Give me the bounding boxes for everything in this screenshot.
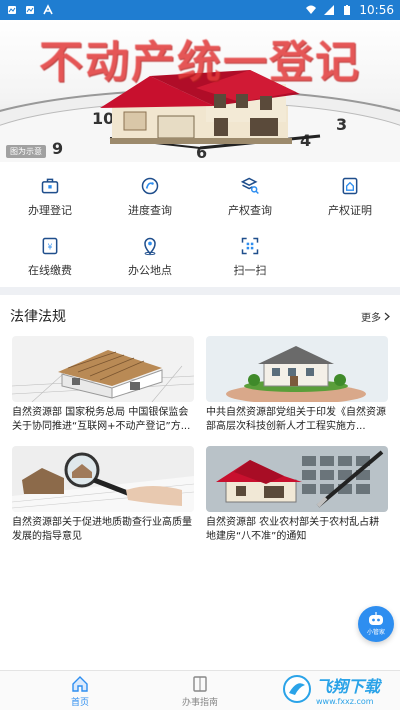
svg-text:10: 10 bbox=[92, 109, 114, 128]
news-title: 自然资源部 农业农村部关于农村乱占耕地建房“八不准”的通知 bbox=[206, 517, 380, 542]
news-thumbnail bbox=[206, 336, 388, 402]
quick-item-label: 扫一扫 bbox=[233, 264, 267, 277]
payment-icon: ¥ bbox=[42, 237, 58, 255]
news-title: 中共自然资源部党组关于印发《自然资源部高层次科技创新人才工程实施方... bbox=[206, 407, 386, 432]
progress-icon bbox=[141, 177, 159, 195]
news-card[interactable]: 自然资源部 国家税务总局 中国银保监会关于协同推进“互联网+不动产登记”方... bbox=[12, 336, 194, 436]
house-construction-image bbox=[12, 336, 194, 402]
app-root: 10:56 9 6 3 10 4 不动产统一登记 图为示意 办理登记 进度查询 … bbox=[0, 0, 400, 710]
news-card[interactable]: 中共自然资源部党组关于印发《自然资源部高层次科技创新人才工程实施方... bbox=[206, 336, 388, 436]
watermark-url: www.fxxz.com bbox=[316, 696, 374, 706]
notification-icon bbox=[26, 6, 34, 14]
chevron-right-icon bbox=[384, 312, 390, 320]
quick-item-property-query[interactable]: 产权查询 bbox=[200, 162, 300, 218]
house-in-hands-image bbox=[206, 336, 388, 402]
qr-scan-icon bbox=[241, 237, 259, 255]
news-thumbnail bbox=[12, 336, 194, 402]
quick-item-scan[interactable]: 扫一扫 bbox=[200, 222, 300, 278]
svg-text:6: 6 bbox=[196, 143, 207, 162]
home-icon bbox=[72, 676, 88, 692]
book-icon bbox=[193, 676, 207, 692]
assistant-button[interactable]: 小管家 bbox=[358, 606, 394, 642]
quick-item-office-location[interactable]: 办公地点 bbox=[100, 222, 200, 278]
briefcase-icon bbox=[41, 178, 59, 194]
watermark-title: 飞翔下载 bbox=[316, 676, 381, 696]
battery-icon bbox=[344, 5, 351, 15]
wifi-icon bbox=[306, 5, 317, 14]
news-card[interactable]: 自然资源部 农业农村部关于农村乱占耕地建房“八不准”的通知 bbox=[206, 446, 388, 546]
quick-menu-grid: 办理登记 进度查询 产权查询 产权证明 ¥ 在线缴费 办公地点 扫一扫 bbox=[0, 162, 400, 286]
magnifier-house-image bbox=[12, 446, 194, 512]
quick-item-label: 产权查询 bbox=[228, 204, 272, 217]
watermark: 飞翔下载 www.fxxz.com bbox=[282, 672, 396, 706]
banner-title: 不动产统一登记 bbox=[39, 37, 361, 88]
signal-icon bbox=[324, 5, 335, 15]
quick-item-label: 办理登记 bbox=[28, 204, 72, 217]
letter-a-icon bbox=[43, 4, 53, 15]
status-bar: 10:56 bbox=[0, 0, 400, 20]
status-right: 10:56 bbox=[305, 3, 394, 17]
quick-item-online-payment[interactable]: ¥ 在线缴费 bbox=[0, 222, 100, 278]
svg-text:4: 4 bbox=[300, 131, 311, 150]
banner-carousel[interactable]: 9 6 3 10 4 不动产统一登记 图为示意 bbox=[0, 20, 400, 162]
quick-item-progress[interactable]: 进度查询 bbox=[100, 162, 200, 218]
nav-label: 首页 bbox=[70, 698, 89, 708]
quick-item-register[interactable]: 办理登记 bbox=[0, 162, 100, 218]
location-pin-icon bbox=[144, 237, 156, 256]
more-link[interactable]: 更多 bbox=[361, 309, 390, 324]
nav-label: 办事指南 bbox=[181, 698, 218, 708]
section-title: 法律法规 bbox=[10, 309, 66, 325]
more-label: 更多 bbox=[361, 312, 381, 324]
news-section-header: 法律法规 更多 bbox=[0, 296, 400, 336]
svg-text:3: 3 bbox=[336, 115, 347, 134]
quick-item-label: 在线缴费 bbox=[28, 264, 72, 277]
robot-icon bbox=[369, 612, 383, 625]
quick-item-label: 办公地点 bbox=[128, 264, 172, 277]
banner-caption: 图为示意 bbox=[6, 145, 46, 158]
svg-text:¥: ¥ bbox=[48, 242, 53, 251]
news-thumbnail bbox=[206, 446, 388, 512]
nav-item-home[interactable]: 首页 bbox=[40, 675, 120, 708]
news-title: 自然资源部关于促进地质勘查行业高质量发展的指导意见 bbox=[12, 517, 192, 542]
section-divider bbox=[0, 287, 400, 295]
news-card[interactable]: 自然资源部关于促进地质勘查行业高质量发展的指导意见 bbox=[12, 446, 194, 546]
certificate-house-icon bbox=[342, 177, 358, 195]
layers-search-icon bbox=[240, 177, 259, 195]
status-time: 10:56 bbox=[359, 3, 394, 17]
svg-text:9: 9 bbox=[52, 139, 63, 158]
quick-item-property-certificate[interactable]: 产权证明 bbox=[300, 162, 400, 218]
quick-item-label: 产权证明 bbox=[328, 204, 372, 217]
notification-icon bbox=[8, 6, 16, 14]
news-thumbnail bbox=[12, 446, 194, 512]
quick-item-label: 进度查询 bbox=[128, 204, 172, 217]
news-title: 自然资源部 国家税务总局 中国银保监会关于协同推进“互联网+不动产登记”方... bbox=[12, 407, 191, 432]
nav-item-guide[interactable]: 办事指南 bbox=[160, 675, 240, 708]
status-left bbox=[6, 4, 54, 16]
assistant-label: 小管家 bbox=[366, 629, 385, 636]
watermark-logo-icon bbox=[283, 675, 311, 703]
house-calculator-image bbox=[206, 446, 388, 512]
